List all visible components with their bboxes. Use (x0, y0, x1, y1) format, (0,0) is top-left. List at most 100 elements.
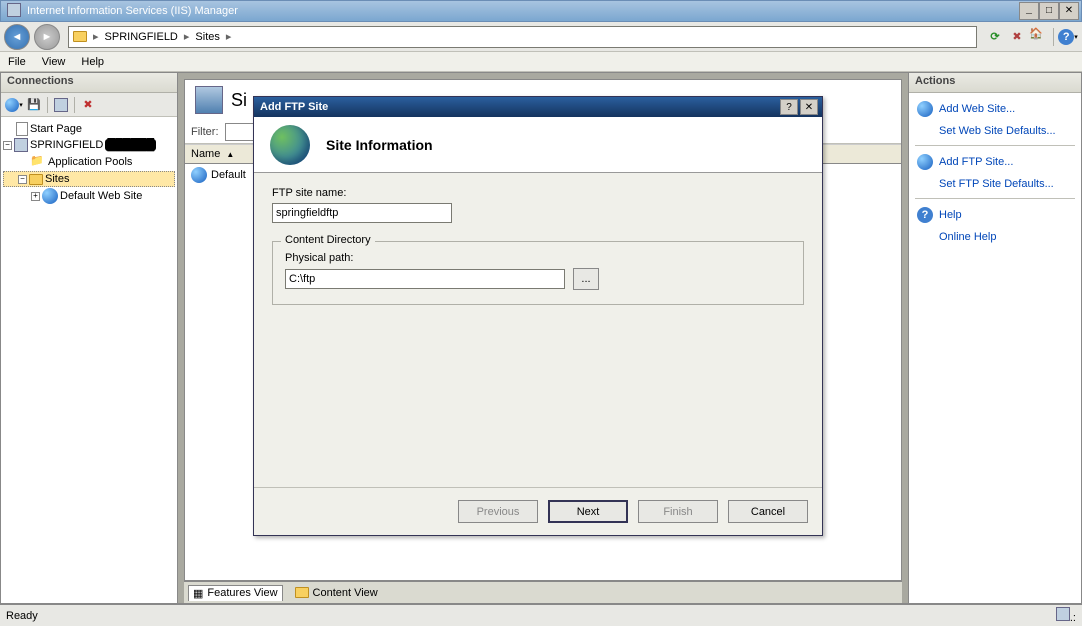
globe-icon (917, 154, 933, 170)
tree-app-pools-label: Application Pools (48, 156, 132, 168)
action-web-defaults-label: Set Web Site Defaults... (939, 125, 1056, 137)
minimize-button[interactable]: _ (1019, 2, 1039, 20)
breadcrumb-server[interactable]: SPRINGFIELD (105, 31, 178, 43)
window-title: Internet Information Services (IIS) Mana… (27, 5, 1019, 17)
content-directory-fieldset: Content Directory Physical path: ... (272, 241, 804, 305)
fieldset-legend: Content Directory (281, 234, 375, 246)
dialog-body: FTP site name: Content Directory Physica… (254, 173, 822, 487)
up-icon[interactable] (52, 96, 70, 114)
dialog-footer: Previous Next Finish Cancel (254, 487, 822, 535)
browse-button[interactable]: ... (573, 268, 599, 290)
menu-help[interactable]: Help (81, 56, 104, 68)
connections-toolbar: ▾ 💾 ✖ (1, 93, 177, 117)
tree-start-page-label: Start Page (30, 123, 82, 135)
tree-expand-icon[interactable]: + (31, 192, 40, 201)
page-icon (16, 122, 28, 136)
app-icon (7, 3, 23, 19)
action-online-help-label: Online Help (939, 231, 996, 243)
globe-icon (42, 188, 58, 204)
dialog-header: Site Information (254, 117, 822, 173)
actions-header: Actions (909, 73, 1081, 93)
connect-icon[interactable]: ▾ (5, 96, 23, 114)
action-add-ftp-label: Add FTP Site... (939, 156, 1013, 168)
filter-label: Filter: (191, 126, 219, 138)
dialog-titlebar: Add FTP Site ? ✕ (254, 97, 822, 117)
breadcrumb-sep: ▸ (93, 30, 99, 43)
delete-icon[interactable]: ✖ (79, 96, 97, 114)
server-icon (14, 138, 28, 152)
folder-icon (295, 587, 309, 598)
list-item-label: Default (211, 169, 246, 181)
close-button[interactable]: ✕ (1059, 2, 1079, 20)
home-icon[interactable]: 🏠 (1029, 27, 1049, 47)
breadcrumb-sep: ▸ (226, 30, 232, 43)
help-icon: ? (917, 207, 933, 223)
divider (915, 198, 1075, 199)
globe-icon (270, 125, 310, 165)
tree-default-web-site[interactable]: + Default Web Site (3, 187, 175, 205)
physical-path-input[interactable] (285, 269, 565, 289)
dialog-close-button[interactable]: ✕ (800, 99, 818, 115)
tree-collapse-icon[interactable]: − (3, 141, 12, 150)
add-ftp-site-dialog: Add FTP Site ? ✕ Site Information FTP si… (253, 96, 823, 536)
connections-tree: Start Page − SPRINGFIELD ██████ 📁 Applic… (1, 117, 177, 209)
globe-icon (917, 101, 933, 117)
folder-icon (73, 31, 87, 42)
tab-features-view[interactable]: ▦ Features View (188, 585, 283, 601)
breadcrumb-sites[interactable]: Sites (195, 31, 219, 43)
action-online-help[interactable]: Online Help (915, 227, 1075, 247)
maximize-button[interactable]: □ (1039, 2, 1059, 20)
menu-view[interactable]: View (42, 56, 66, 68)
divider (915, 145, 1075, 146)
finish-button[interactable]: Finish (638, 500, 718, 523)
actions-panel: Actions Add Web Site... Set Web Site Def… (908, 72, 1082, 604)
cancel-button[interactable]: Cancel (728, 500, 808, 523)
tab-content-view[interactable]: Content View (291, 586, 382, 600)
forward-button[interactable]: ► (34, 24, 60, 50)
action-help[interactable]: ? Help (915, 203, 1075, 227)
tree-server-label: SPRINGFIELD (30, 139, 103, 151)
tab-content-label: Content View (313, 587, 378, 599)
sites-icon (195, 86, 223, 114)
next-button[interactable]: Next (548, 500, 628, 523)
tree-default-site-label: Default Web Site (60, 190, 142, 202)
tab-features-label: Features View (207, 587, 277, 599)
tree-sites[interactable]: − Sites (3, 171, 175, 187)
save-icon[interactable]: 💾 (25, 96, 43, 114)
status-text: Ready (6, 610, 38, 622)
action-add-web-site[interactable]: Add Web Site... (915, 97, 1075, 121)
tree-app-pools[interactable]: 📁 Application Pools (3, 153, 175, 171)
action-ftp-defaults[interactable]: Set FTP Site Defaults... (915, 174, 1075, 194)
menu-bar: File View Help (0, 52, 1082, 72)
action-help-label: Help (939, 209, 962, 221)
address-bar[interactable]: ▸ SPRINGFIELD ▸ Sites ▸ (68, 26, 977, 48)
dialog-help-button[interactable]: ? (780, 99, 798, 115)
physical-path-label: Physical path: (285, 252, 791, 264)
breadcrumb-sep: ▸ (184, 30, 190, 43)
window-titlebar: Internet Information Services (IIS) Mana… (0, 0, 1082, 22)
action-add-web-label: Add Web Site... (939, 103, 1015, 115)
stop-icon[interactable]: ✖ (1007, 27, 1027, 47)
menu-file[interactable]: File (8, 56, 26, 68)
tree-server[interactable]: − SPRINGFIELD ██████ (3, 137, 175, 153)
connections-panel: Connections ▾ 💾 ✖ Start Page − SPRINGFIE… (0, 72, 178, 604)
ftp-site-name-input[interactable] (272, 203, 452, 223)
action-add-ftp-site[interactable]: Add FTP Site... (915, 150, 1075, 174)
nav-bar: ◄ ► ▸ SPRINGFIELD ▸ Sites ▸ ⟳ ✖ 🏠 ?▾ (0, 22, 1082, 52)
ftp-site-name-label: FTP site name: (272, 187, 804, 199)
help-dropdown-icon[interactable]: ?▾ (1058, 27, 1078, 47)
refresh-icon[interactable]: ⟳ (985, 27, 1005, 47)
previous-button[interactable]: Previous (458, 500, 538, 523)
app-pools-icon: 📁 (30, 154, 46, 170)
back-button[interactable]: ◄ (4, 24, 30, 50)
features-icon: ▦ (193, 587, 203, 600)
status-bar: Ready .: (0, 604, 1082, 626)
tree-sites-label: Sites (45, 173, 69, 185)
tree-start-page[interactable]: Start Page (3, 121, 175, 137)
tree-collapse-icon[interactable]: − (18, 175, 27, 184)
action-ftp-defaults-label: Set FTP Site Defaults... (939, 178, 1054, 190)
connections-header: Connections (1, 73, 177, 93)
column-name[interactable]: Name (191, 148, 220, 160)
action-web-defaults[interactable]: Set Web Site Defaults... (915, 121, 1075, 141)
redacted: ██████ (105, 139, 156, 151)
